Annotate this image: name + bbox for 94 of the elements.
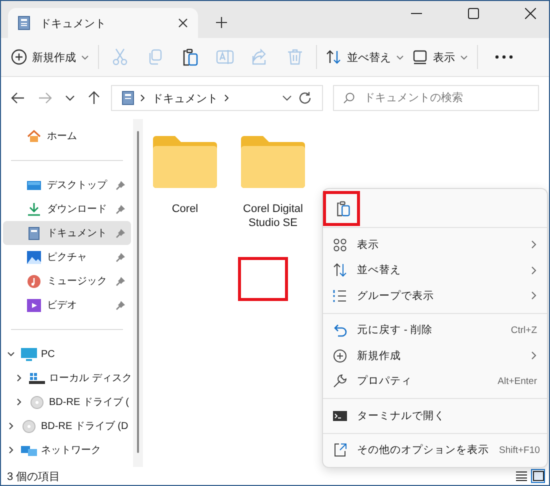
menu-item[interactable]: その他のオプションを表示 Shift+F10 (323, 438, 547, 463)
music-icon (27, 274, 41, 288)
caret-icon (81, 54, 89, 60)
folder-item[interactable]: Corel (143, 135, 227, 217)
sidebar-item[interactable]: ビデオ (3, 293, 131, 317)
item-count: 3 個の項目 (7, 470, 60, 484)
sidebar-item[interactable]: デスクトップ (3, 173, 131, 197)
search-icon (343, 92, 355, 104)
tree-item[interactable]: BD-RE ドライブ (D (1, 414, 133, 438)
sort-icon (326, 49, 342, 65)
scrollbar-thumb[interactable] (137, 131, 139, 453)
folder-icon (239, 135, 307, 189)
menu-item[interactable]: 新規作成 (323, 343, 547, 368)
pin-icon[interactable] (116, 252, 125, 262)
search-field[interactable]: ドキュメントの検索 (333, 85, 539, 111)
folder-name: Corel Digital Studio SE (242, 203, 304, 230)
sidebar-item[interactable]: ダウンロード (3, 197, 131, 221)
desktop-icon (27, 178, 41, 192)
address-bar[interactable]: ドキュメント (111, 85, 323, 111)
sidebar-item[interactable]: ミュージック (3, 269, 131, 293)
undo-icon (333, 323, 347, 338)
monitor-icon (412, 49, 428, 65)
tiles-view-button[interactable] (531, 469, 545, 483)
sort-button[interactable]: 並べ替え (322, 45, 408, 69)
paste-icon[interactable] (181, 48, 199, 66)
new-button[interactable]: 新規作成 (7, 45, 93, 69)
list-icon (516, 471, 526, 481)
refresh-icon[interactable] (298, 91, 312, 105)
pin-icon[interactable] (116, 204, 125, 214)
wrench-icon (333, 374, 347, 388)
back-icon[interactable] (11, 92, 25, 104)
dropdown-icon[interactable] (282, 95, 292, 101)
disc-icon (21, 420, 37, 432)
chevron-icon[interactable] (7, 422, 15, 430)
terminal-icon (333, 408, 347, 423)
up-icon[interactable] (88, 91, 100, 105)
breadcrumb-item[interactable]: ドキュメント (152, 90, 218, 106)
pin-icon[interactable] (116, 228, 125, 238)
sidebar-item[interactable]: ピクチャ (3, 245, 131, 269)
view-button[interactable]: 表示 (408, 45, 472, 69)
home-icon (27, 130, 41, 142)
maximize-icon[interactable] (468, 8, 479, 19)
sort-icon (333, 263, 347, 278)
recent-locations-icon[interactable] (65, 95, 75, 101)
chevron-icon[interactable] (140, 94, 146, 102)
more-options-icon[interactable] (495, 55, 513, 59)
menu-item[interactable]: グループで表示 (323, 283, 547, 308)
grid-icon (333, 238, 347, 252)
caret-icon (396, 54, 404, 60)
chevron-icon[interactable] (15, 374, 23, 382)
external-window-icon (333, 443, 347, 458)
tab-title: ドキュメント (40, 16, 107, 30)
close-icon[interactable] (525, 8, 536, 19)
pin-icon[interactable] (116, 180, 125, 190)
folder-name: Corel (170, 203, 200, 217)
chevron-icon[interactable] (224, 94, 230, 102)
new-tab-icon[interactable] (216, 17, 227, 28)
plus-icon (333, 348, 347, 363)
list-icon (333, 288, 347, 303)
computer-icon (21, 348, 37, 360)
caret-icon (460, 54, 468, 60)
folder-icon (151, 135, 219, 189)
drive-icon (29, 372, 45, 384)
download-icon (27, 202, 41, 216)
sidebar-item[interactable]: ドキュメント (3, 221, 131, 245)
tree-item[interactable]: ネットワーク (1, 438, 133, 462)
folder-item[interactable]: Corel Digital Studio SE (231, 135, 315, 230)
menu-item[interactable]: 元に戻す - 削除 Ctrl+Z (323, 318, 547, 343)
document-icon (27, 226, 41, 240)
menu-item[interactable]: プロパティ Alt+Enter (323, 368, 547, 394)
chevron-icon[interactable] (7, 446, 15, 454)
network-icon (21, 444, 37, 456)
menu-item[interactable]: 並べ替え (323, 258, 547, 283)
menu-item[interactable]: 表示 (323, 232, 547, 258)
square-icon (532, 471, 544, 481)
pin-icon[interactable] (116, 276, 125, 286)
tree-item[interactable]: ローカル ディスク (1, 366, 133, 390)
pin-icon[interactable] (116, 300, 125, 310)
video-icon (27, 298, 41, 312)
close-tab-icon[interactable] (178, 18, 188, 28)
picture-icon (27, 250, 41, 264)
folder-tab[interactable]: ドキュメント (8, 8, 198, 38)
tree-item[interactable]: BD-RE ドライブ ( (1, 390, 133, 414)
disc-icon (29, 396, 45, 408)
tree-item[interactable]: PC (1, 342, 133, 366)
document-icon (18, 16, 30, 30)
paste-icon[interactable] (335, 200, 351, 216)
chevron-icon[interactable] (15, 398, 23, 406)
document-icon (122, 91, 134, 105)
menu-item[interactable]: ターミナルで開く (323, 403, 547, 428)
home-item[interactable]: ホーム (3, 124, 131, 148)
details-view-button[interactable] (514, 469, 528, 483)
plus-icon (11, 49, 27, 65)
chevron-icon[interactable] (7, 350, 15, 358)
